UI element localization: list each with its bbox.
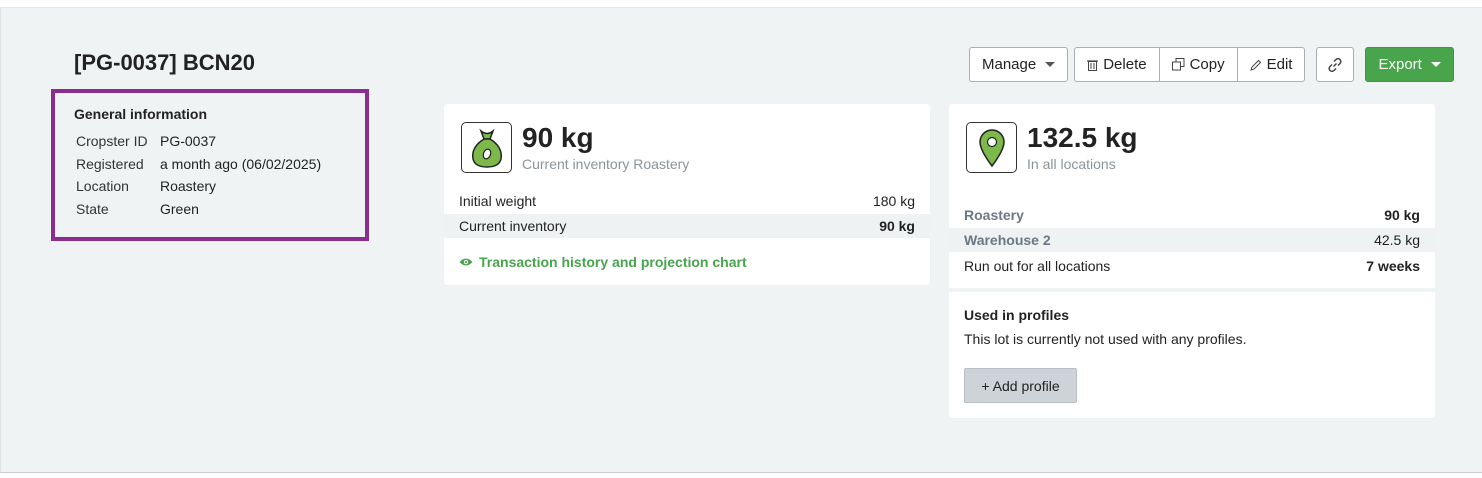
info-row-state: State Green: [74, 198, 346, 221]
info-row-registered: Registered a month ago (06/02/2025): [74, 153, 346, 176]
export-label: Export: [1378, 56, 1422, 73]
info-row-cropster-id: Cropster ID PG-0037: [74, 130, 346, 153]
info-value: Roastery: [160, 178, 217, 195]
transaction-history-label: Transaction history and projection chart: [479, 254, 747, 270]
action-button-group: Delete Copy Edit: [1074, 47, 1306, 82]
page-title: [PG-0037] BCN20: [74, 50, 255, 75]
info-value: a month ago (06/02/2025): [160, 155, 322, 172]
row-value: 90 kg: [879, 218, 915, 234]
row-value: 180 kg: [872, 193, 915, 209]
profiles-empty-text: This lot is currently not used with any …: [964, 331, 1247, 347]
current-inventory-row: Current inventory 90 kg: [444, 214, 930, 238]
money-bag-icon: [461, 122, 512, 173]
row-value: 90 kg: [1384, 207, 1420, 223]
info-label: Cropster ID: [76, 133, 148, 149]
transaction-history-link[interactable]: Transaction history and projection chart: [459, 254, 747, 270]
toolbar: Manage Delete Copy Edit Export: [969, 47, 1454, 82]
row-label: Roastery: [964, 207, 1024, 223]
info-value: PG-0037: [160, 133, 217, 149]
location-row-roastery: Roastery 90 kg: [949, 203, 1435, 227]
pencil-icon: [1249, 59, 1261, 71]
current-inventory-amount: 90 kg: [522, 122, 594, 153]
trash-icon: [1087, 59, 1099, 71]
info-label: Registered: [76, 155, 144, 172]
chevron-down-icon: [1045, 62, 1056, 67]
add-profile-button[interactable]: + Add profile: [964, 368, 1077, 403]
info-row-location: Location Roastery: [74, 175, 346, 198]
copy-button[interactable]: Copy: [1158, 47, 1238, 82]
current-inventory-card: 90 kg Current inventory Roastery Initial…: [444, 104, 930, 285]
manage-button[interactable]: Manage: [969, 47, 1069, 82]
content-area: [PG-0037] BCN20 Manage Delete Copy Edit …: [0, 7, 1482, 473]
row-label: Initial weight: [459, 193, 537, 209]
run-out-row: Run out for all locations 7 weeks: [949, 254, 1435, 278]
copy-icon: [1171, 58, 1185, 71]
all-locations-amount: 132.5 kg: [1027, 122, 1138, 153]
row-label: Run out for all locations: [964, 258, 1111, 274]
row-label: Current inventory: [459, 218, 567, 234]
initial-weight-row: Initial weight 180 kg: [444, 189, 930, 213]
info-value: Green: [160, 201, 199, 218]
row-value: 7 weeks: [1366, 258, 1420, 274]
edit-label: Edit: [1266, 56, 1293, 73]
copy-label: Copy: [1189, 56, 1225, 73]
general-information-heading: General information: [74, 106, 208, 122]
row-label: Warehouse 2: [964, 232, 1051, 248]
info-label: State: [76, 201, 109, 218]
profiles-heading: Used in profiles: [964, 307, 1070, 323]
info-label: Location: [76, 178, 129, 195]
share-link-button[interactable]: [1316, 47, 1355, 82]
edit-button[interactable]: Edit: [1236, 47, 1306, 82]
eye-icon: [459, 258, 473, 266]
row-value: 42.5 kg: [1374, 232, 1420, 248]
delete-label: Delete: [1103, 56, 1147, 73]
all-locations-card: 132.5 kg In all locations Roastery 90 kg…: [949, 104, 1435, 418]
location-row-warehouse-2: Warehouse 2 42.5 kg: [949, 228, 1435, 252]
delete-button[interactable]: Delete: [1074, 47, 1160, 82]
all-locations-subtitle: In all locations: [1027, 156, 1116, 172]
link-icon: [1328, 57, 1343, 72]
export-button[interactable]: Export: [1365, 47, 1454, 82]
map-pin-icon: [966, 122, 1017, 173]
current-inventory-subtitle: Current inventory Roastery: [522, 156, 690, 172]
manage-label: Manage: [982, 56, 1037, 73]
general-information-panel: General information Cropster ID PG-0037 …: [51, 89, 369, 241]
chevron-down-icon: [1430, 62, 1441, 67]
section-divider: [949, 288, 1435, 292]
